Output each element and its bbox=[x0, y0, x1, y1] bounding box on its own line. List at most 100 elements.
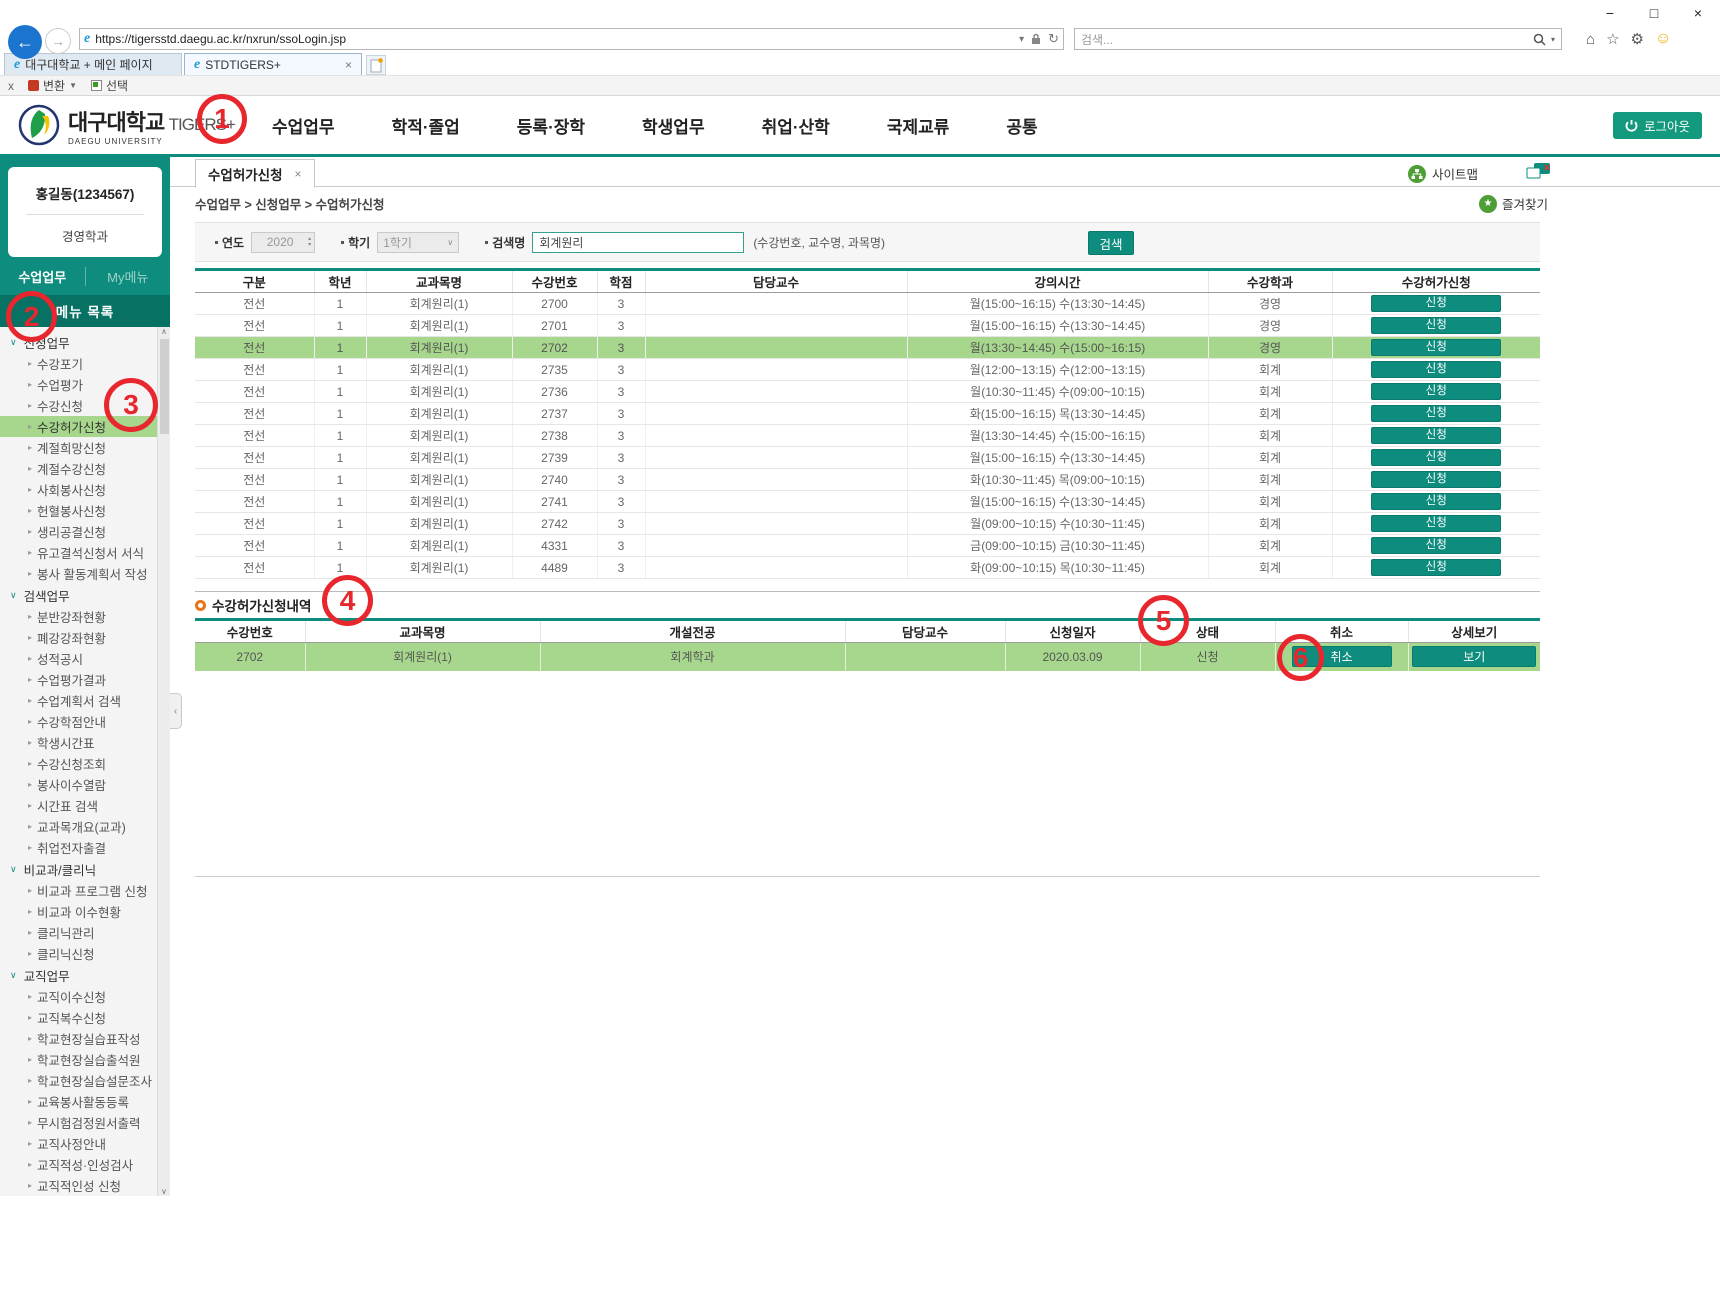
search-icon[interactable] bbox=[1533, 33, 1546, 46]
apply-button[interactable]: 신청 bbox=[1371, 493, 1501, 510]
sidebar-item[interactable]: ▸교직사정안내 bbox=[0, 1133, 157, 1154]
sidebar-item[interactable]: ▸계절희망신청 bbox=[0, 437, 157, 458]
refresh-icon[interactable]: ↻ bbox=[1048, 31, 1059, 47]
convert-button[interactable]: 변환 ▼ bbox=[28, 77, 77, 94]
apply-button[interactable]: 신청 bbox=[1371, 515, 1501, 532]
search-dropdown-icon[interactable]: ▾ bbox=[1551, 35, 1555, 44]
sidebar-item[interactable]: ▸교과목개요(교과) bbox=[0, 816, 157, 837]
apply-button[interactable]: 신청 bbox=[1371, 383, 1501, 400]
sidebar-scrollbar[interactable]: ∧ ∨ bbox=[157, 327, 170, 1196]
course-row[interactable]: 전선1회계원리(1)27363월(10:30~11:45) 수(09:00~10… bbox=[195, 381, 1540, 403]
apply-button[interactable]: 신청 bbox=[1371, 361, 1501, 378]
browser-search-input[interactable]: 검색... ▾ bbox=[1074, 28, 1562, 50]
nav-item[interactable]: 취업·산학 bbox=[762, 113, 830, 138]
course-row[interactable]: 전선1회계원리(1)27023월(13:30~14:45) 수(15:00~16… bbox=[195, 337, 1540, 359]
course-row[interactable]: 전선1회계원리(1)27423월(09:00~10:15) 수(10:30~11… bbox=[195, 513, 1540, 535]
favorites-star-icon[interactable]: ☆ bbox=[1606, 30, 1619, 48]
sidebar-item[interactable]: ▸폐강강좌현황 bbox=[0, 627, 157, 648]
sidebar-item[interactable]: ▸클리닉신청 bbox=[0, 943, 157, 964]
nav-item[interactable]: 학적·졸업 bbox=[392, 113, 460, 138]
apply-button[interactable]: 신청 bbox=[1371, 471, 1501, 488]
nav-item[interactable]: 국제교류 bbox=[887, 113, 950, 138]
scroll-down-icon[interactable]: ∨ bbox=[161, 1187, 167, 1196]
sidebar-item[interactable]: ▸교직이수신청 bbox=[0, 986, 157, 1007]
history-row[interactable]: 2702회계원리(1)회계학과2020.03.09신청취소보기 bbox=[195, 643, 1540, 671]
spinner-arrows-icon[interactable]: ▴▾ bbox=[308, 236, 314, 248]
course-row[interactable]: 전선1회계원리(1)27373화(15:00~16:15) 목(13:30~14… bbox=[195, 403, 1540, 425]
toolbar-close-button[interactable]: x bbox=[8, 79, 14, 93]
sidebar-tab-lecture[interactable]: 수업업무 bbox=[0, 267, 86, 286]
sitemap-button[interactable]: 사이트맵 bbox=[1408, 164, 1478, 183]
sidebar-item[interactable]: ▸학교현장실습출석원 bbox=[0, 1049, 157, 1070]
logout-button[interactable]: 로그아웃 bbox=[1613, 112, 1702, 139]
sidebar-item[interactable]: ▸수강포기 bbox=[0, 353, 157, 374]
apply-button[interactable]: 신청 bbox=[1371, 339, 1501, 356]
sidebar-item[interactable]: ▸사회봉사신청 bbox=[0, 479, 157, 500]
sidebar-item[interactable]: ▸교직적성·인성검사 bbox=[0, 1154, 157, 1175]
sidebar-item[interactable]: ▸시간표 검색 bbox=[0, 795, 157, 816]
sidebar-item[interactable]: ▸생리공결신청 bbox=[0, 521, 157, 542]
tab-close-icon[interactable]: × bbox=[331, 58, 352, 72]
sidebar-item[interactable]: ▸무시험검정원서출력 bbox=[0, 1112, 157, 1133]
sidebar-section[interactable]: ∨교직업무 bbox=[0, 964, 169, 986]
course-row[interactable]: 전선1회계원리(1)27353월(12:00~13:15) 수(12:00~13… bbox=[195, 359, 1540, 381]
sidebar-section[interactable]: ∨검색업무 bbox=[0, 584, 169, 606]
url-bar[interactable]: e https://tigersstd.daegu.ac.kr/nxrun/ss… bbox=[79, 28, 1064, 50]
close-button[interactable]: × bbox=[1676, 5, 1720, 21]
settings-gear-icon[interactable]: ⚙ bbox=[1631, 30, 1644, 48]
semester-select[interactable]: 1학기 ∨ bbox=[377, 232, 459, 253]
browser-tab-active[interactable]: e STDTIGERS+ × bbox=[184, 53, 362, 75]
minimize-button[interactable]: − bbox=[1588, 5, 1632, 21]
sidebar-item[interactable]: ▸수업평가결과 bbox=[0, 669, 157, 690]
course-row[interactable]: 전선1회계원리(1)44893화(09:00~10:15) 목(10:30~11… bbox=[195, 557, 1540, 579]
nav-item[interactable]: 공통 bbox=[1006, 113, 1037, 138]
apply-button[interactable]: 신청 bbox=[1371, 427, 1501, 444]
sidebar-item[interactable]: ▸성적공시 bbox=[0, 648, 157, 669]
back-button[interactable]: ← bbox=[8, 25, 42, 59]
view-detail-button[interactable]: 보기 bbox=[1412, 646, 1536, 667]
apply-button[interactable]: 신청 bbox=[1371, 295, 1501, 312]
sidebar-item[interactable]: ▸봉사이수열람 bbox=[0, 774, 157, 795]
sidebar-item[interactable]: ▸학교현장실습설문조사 bbox=[0, 1070, 157, 1091]
search-button[interactable]: 검색 bbox=[1088, 231, 1134, 255]
sidebar-item[interactable]: ▸학생시간표 bbox=[0, 732, 157, 753]
sidebar-collapse-handle[interactable]: ‹ bbox=[170, 693, 182, 729]
apply-button[interactable]: 신청 bbox=[1371, 449, 1501, 466]
sidebar-item[interactable]: ▸교육봉사활동등록 bbox=[0, 1091, 157, 1112]
course-row[interactable]: 전선1회계원리(1)27413월(15:00~16:15) 수(13:30~14… bbox=[195, 491, 1540, 513]
sidebar-item[interactable]: ▸비교과 프로그램 신청 bbox=[0, 880, 157, 901]
sidebar-item[interactable]: ▸분반강좌현황 bbox=[0, 606, 157, 627]
apply-button[interactable]: 신청 bbox=[1371, 317, 1501, 334]
forward-button[interactable]: → bbox=[45, 28, 71, 54]
year-spinner[interactable]: 2020 ▴▾ bbox=[251, 232, 315, 253]
course-row[interactable]: 전선1회계원리(1)27403화(10:30~11:45) 목(09:00~10… bbox=[195, 469, 1540, 491]
sidebar-item[interactable]: ▸비교과 이수현황 bbox=[0, 901, 157, 922]
autocomplete-dropdown-icon[interactable]: ▾ bbox=[1019, 34, 1024, 45]
apply-button[interactable]: 신청 bbox=[1371, 559, 1501, 576]
course-row[interactable]: 전선1회계원리(1)43313금(09:00~10:15) 금(10:30~11… bbox=[195, 535, 1540, 557]
sidebar-item[interactable]: ▸수업계획서 검색 bbox=[0, 690, 157, 711]
new-tab-button[interactable] bbox=[366, 55, 386, 75]
keyword-input[interactable] bbox=[532, 232, 744, 253]
nav-item[interactable]: 등록·장학 bbox=[517, 113, 585, 138]
select-button[interactable]: 선택 bbox=[91, 77, 128, 94]
scrollbar-thumb[interactable] bbox=[160, 339, 169, 434]
sidebar-section[interactable]: ∨비교과/클리닉 bbox=[0, 858, 169, 880]
sidebar-item[interactable]: ▸취업전자출결 bbox=[0, 837, 157, 858]
scroll-up-icon[interactable]: ∧ bbox=[161, 327, 167, 336]
home-icon[interactable]: ⌂ bbox=[1586, 31, 1595, 48]
feedback-smiley-icon[interactable]: ☺ bbox=[1655, 30, 1671, 48]
nav-item[interactable]: 수업업무 bbox=[272, 113, 335, 138]
sidebar-item[interactable]: ▸클리닉관리 bbox=[0, 922, 157, 943]
apply-button[interactable]: 신청 bbox=[1371, 405, 1501, 422]
close-all-tabs-icon[interactable] bbox=[1526, 162, 1552, 185]
sidebar-item[interactable]: ▸교직적인성 신청 bbox=[0, 1175, 157, 1196]
sidebar-item[interactable]: ▸계절수강신청 bbox=[0, 458, 157, 479]
sidebar-tab-my[interactable]: My메뉴 bbox=[86, 267, 171, 286]
favorites-button[interactable]: ★ 즐겨찾기 bbox=[1479, 194, 1548, 213]
course-row[interactable]: 전선1회계원리(1)27383월(13:30~14:45) 수(15:00~16… bbox=[195, 425, 1540, 447]
nav-item[interactable]: 학생업무 bbox=[642, 113, 705, 138]
course-row[interactable]: 전선1회계원리(1)27013월(15:00~16:15) 수(13:30~14… bbox=[195, 315, 1540, 337]
content-tab-close-icon[interactable]: × bbox=[295, 167, 302, 181]
sidebar-item[interactable]: ▸봉사 활동계획서 작성 bbox=[0, 563, 157, 584]
